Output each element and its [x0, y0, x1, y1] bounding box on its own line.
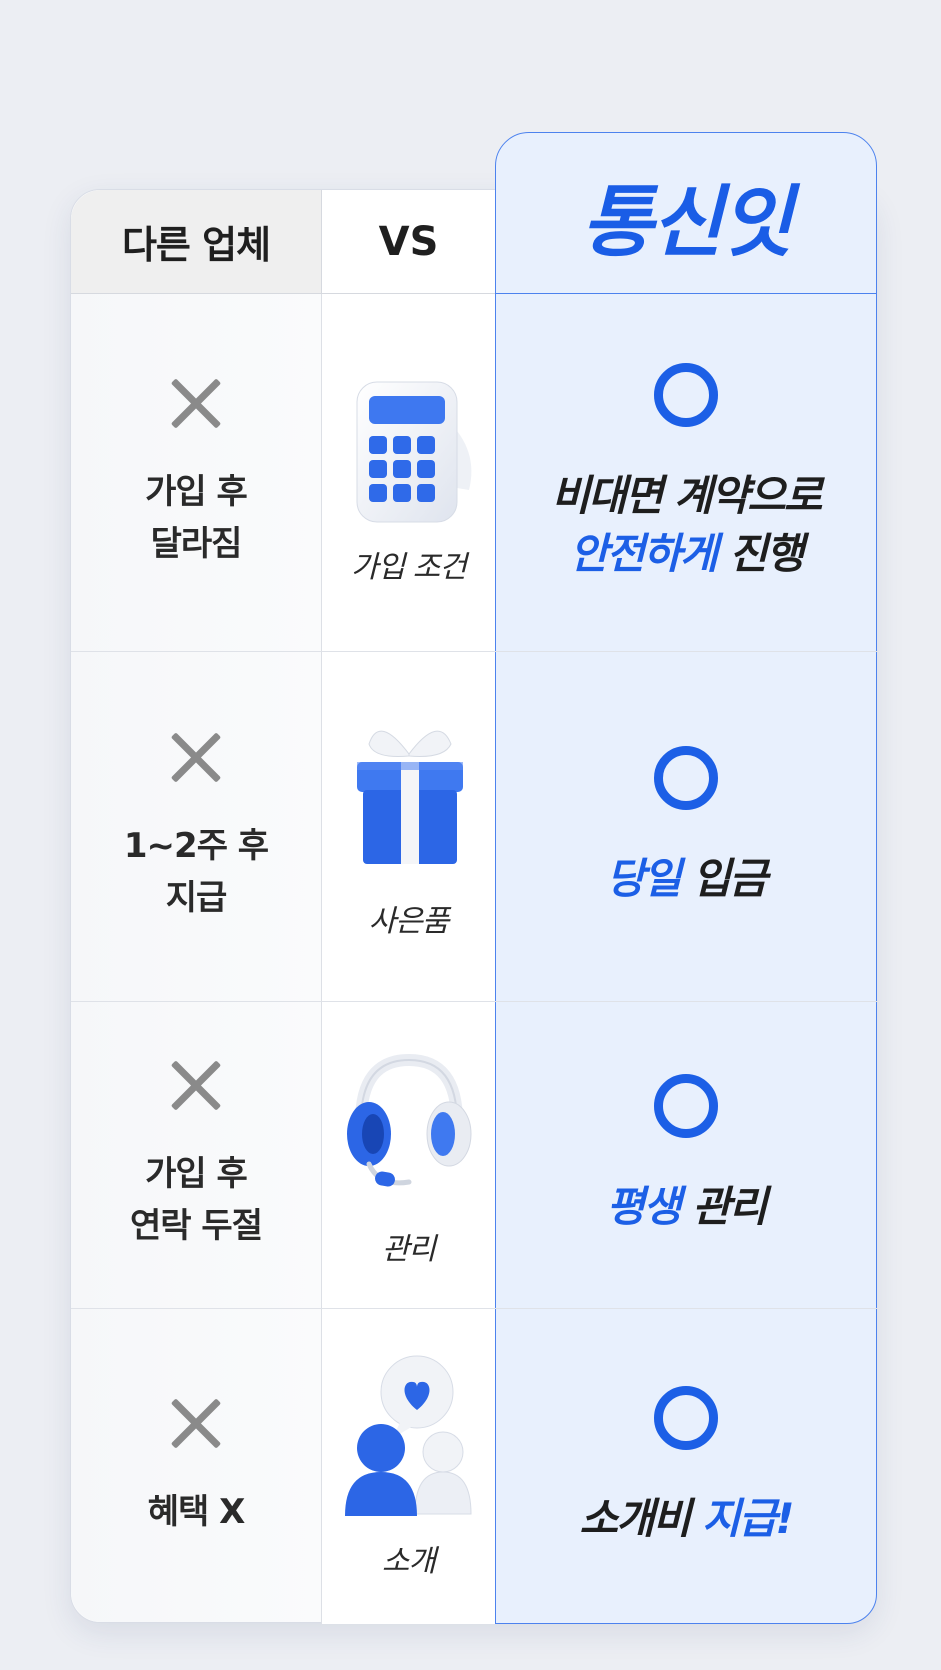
header-other-company: 다른 업체 [71, 190, 322, 294]
brand-text-line: 소개비 지급! [579, 1490, 795, 1548]
table-row: 가입 후 달라짐 가입 조건 비대면 계약으로 안전하게 진행 [71, 294, 877, 651]
gift-box-icon [339, 714, 479, 884]
brand-cell: 평생 관리 [495, 1002, 877, 1308]
brand-text-line: 안전하게 진행 [569, 525, 804, 583]
category-cell: 가입 조건 [322, 294, 495, 651]
table-row: 1~2주 후 지급 사은품 당일 입금 [71, 652, 877, 1001]
comparison-table: 다른 업체 VS 통신잇 가입 후 달라짐 가입 조건 비대면 계약으로 안전하… [70, 132, 877, 1624]
table-row: 가입 후 연락 두절 관리 평생 관리 [71, 1002, 877, 1308]
circle-check-icon [654, 745, 718, 810]
table-header: 다른 업체 VS 통신잇 [71, 178, 877, 294]
category-label: 관리 [381, 1232, 436, 1267]
x-mark-icon [168, 730, 224, 786]
brand-text-line: 비대면 계약으로 [551, 467, 822, 525]
brand-cell: 당일 입금 [495, 652, 877, 1001]
brand-text-segment: 진행 [716, 528, 804, 578]
calculator-icon [339, 360, 479, 530]
category-label: 소개 [381, 1543, 436, 1579]
brand-text-highlight: 평생 [606, 1182, 681, 1231]
brand-cell: 소개비 지급! [495, 1309, 877, 1624]
other-company-cell: 혜택 X [71, 1309, 322, 1624]
other-company-text-line: 가입 후 [145, 471, 248, 512]
category-label: 가입 조건 [351, 549, 467, 585]
brand-text-line: 평생 관리 [606, 1178, 767, 1236]
other-company-text-line: 지급 [165, 877, 228, 918]
circle-check-icon [654, 1074, 718, 1138]
brand-text-highlight: 당일 [606, 853, 681, 903]
other-company-text-line: 달라짐 [150, 523, 243, 564]
category-cell: 소개 [322, 1309, 495, 1624]
x-mark-icon [168, 1396, 224, 1452]
x-mark-icon [168, 1058, 224, 1114]
brand-text-segment: 비대면 계약으로 [551, 470, 822, 520]
other-company-text-line: 혜택 X [147, 1491, 246, 1532]
category-cell: 관리 [322, 1002, 495, 1308]
header-brand-name: 통신잇 [495, 132, 877, 294]
brand-text-highlight: 안전하게 [569, 528, 719, 578]
category-label: 사은품 [368, 903, 450, 939]
other-company-text-line: 연락 두절 [130, 1206, 263, 1246]
brand-text-segment: 입금 [679, 853, 767, 903]
other-company-cell: 가입 후 연락 두절 [71, 1002, 322, 1308]
other-company-cell: 1~2주 후 지급 [71, 652, 322, 1001]
other-company-text-line: 가입 후 [145, 1154, 248, 1194]
x-mark-icon [168, 376, 224, 432]
brand-text-segment: 관리 [679, 1182, 767, 1231]
other-company-cell: 가입 후 달라짐 [71, 294, 322, 651]
circle-check-icon [654, 1385, 718, 1450]
referral-people-icon [339, 1354, 479, 1524]
headset-icon [339, 1042, 479, 1212]
table-row: 혜택 X 소개 소개비 지급! [71, 1309, 877, 1624]
brand-text-line: 당일 입금 [606, 850, 767, 908]
category-cell: 사은품 [322, 652, 495, 1001]
brand-text-segment: 소개비 [579, 1493, 692, 1543]
other-company-text-line: 1~2주 후 [123, 825, 269, 866]
brand-cell: 비대면 계약으로 안전하게 진행 [495, 294, 877, 651]
circle-check-icon [654, 362, 718, 427]
header-vs: VS [322, 190, 495, 294]
brand-text-highlight: 지급! [689, 1493, 794, 1543]
